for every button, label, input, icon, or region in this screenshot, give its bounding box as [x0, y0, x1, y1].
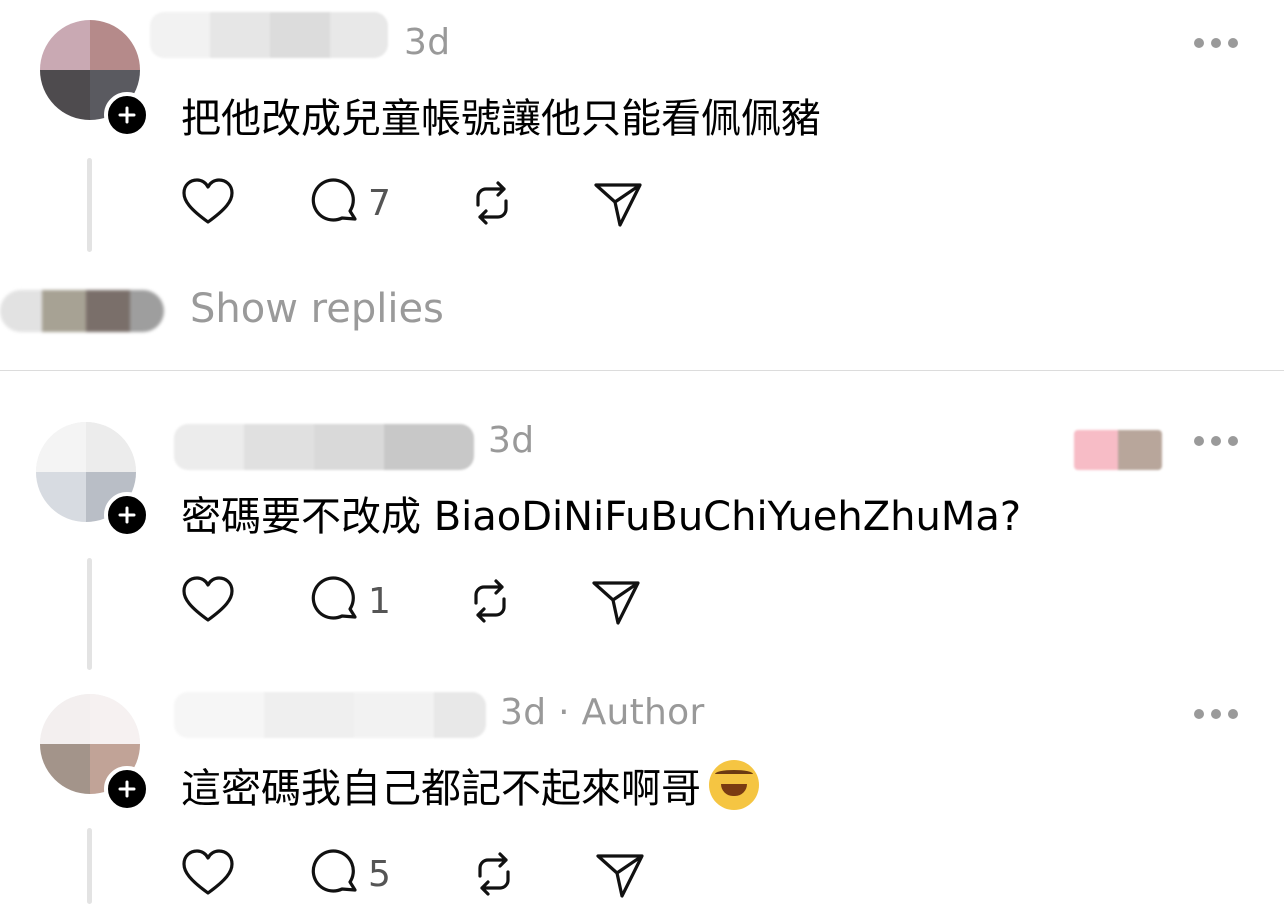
- reply-button[interactable]: 5: [306, 846, 391, 902]
- comment-text: 把他改成兒童帳號讓他只能看佩佩豬: [181, 96, 821, 142]
- show-replies-button[interactable]: Show replies: [190, 286, 444, 332]
- repost-button[interactable]: [462, 573, 518, 629]
- reply-count: 7: [368, 182, 391, 224]
- username[interactable]: [150, 12, 388, 58]
- post-meta: 3d · Author: [500, 692, 705, 733]
- like-button[interactable]: [180, 573, 236, 629]
- username[interactable]: [174, 424, 474, 470]
- divider: [0, 370, 1284, 371]
- more-icon[interactable]: [1194, 37, 1238, 49]
- username[interactable]: [174, 692, 486, 738]
- timestamp: 3d: [404, 22, 451, 63]
- like-button[interactable]: [180, 175, 236, 231]
- send-icon: [594, 183, 642, 227]
- repost-icon: [476, 181, 508, 225]
- repost-icon: [478, 852, 510, 896]
- more-icon[interactable]: [1194, 708, 1238, 720]
- heart-icon: [182, 576, 234, 622]
- share-button[interactable]: [588, 573, 644, 629]
- heart-icon: [182, 849, 234, 895]
- author-label: · Author: [558, 692, 705, 733]
- follow-button[interactable]: [104, 492, 150, 538]
- reply-avatars: [0, 290, 164, 332]
- plus-icon: [118, 106, 136, 124]
- share-button[interactable]: [590, 175, 646, 231]
- follow-button[interactable]: [104, 766, 150, 812]
- reply-count: 5: [368, 853, 391, 895]
- timestamp: 3d: [500, 692, 547, 733]
- repost-icon: [474, 579, 506, 623]
- plus-icon: [118, 780, 136, 798]
- send-icon: [596, 854, 644, 898]
- heart-icon: [182, 178, 234, 224]
- comment-text: 這密碼我自己都記不起來啊哥: [181, 766, 701, 812]
- comment-text-row: 這密碼我自己都記不起來啊哥: [181, 756, 759, 814]
- thread-line: [87, 558, 92, 670]
- send-icon: [592, 581, 640, 625]
- plus-icon: [118, 506, 136, 524]
- reply-bubble-icon: [311, 576, 357, 620]
- repost-button[interactable]: [466, 846, 522, 902]
- more-icon[interactable]: [1194, 435, 1238, 447]
- repost-button[interactable]: [464, 175, 520, 231]
- share-button[interactable]: [592, 846, 648, 902]
- like-button[interactable]: [180, 846, 236, 902]
- badge-image: [1074, 430, 1162, 470]
- thread-line: [87, 158, 92, 252]
- timestamp: 3d: [488, 420, 535, 461]
- comment-text: 密碼要不改成 BiaoDiNiFuBuChiYuehZhuMa?: [181, 494, 1022, 540]
- reply-bubble-icon: [311, 178, 357, 222]
- reply-count: 1: [368, 580, 391, 622]
- rolling-on-floor-laughing-icon: [709, 760, 759, 810]
- reply-button[interactable]: 7: [306, 175, 391, 231]
- reply-bubble-icon: [311, 849, 357, 893]
- reply-button[interactable]: 1: [306, 573, 391, 629]
- thread-line: [87, 828, 92, 904]
- follow-button[interactable]: [104, 92, 150, 138]
